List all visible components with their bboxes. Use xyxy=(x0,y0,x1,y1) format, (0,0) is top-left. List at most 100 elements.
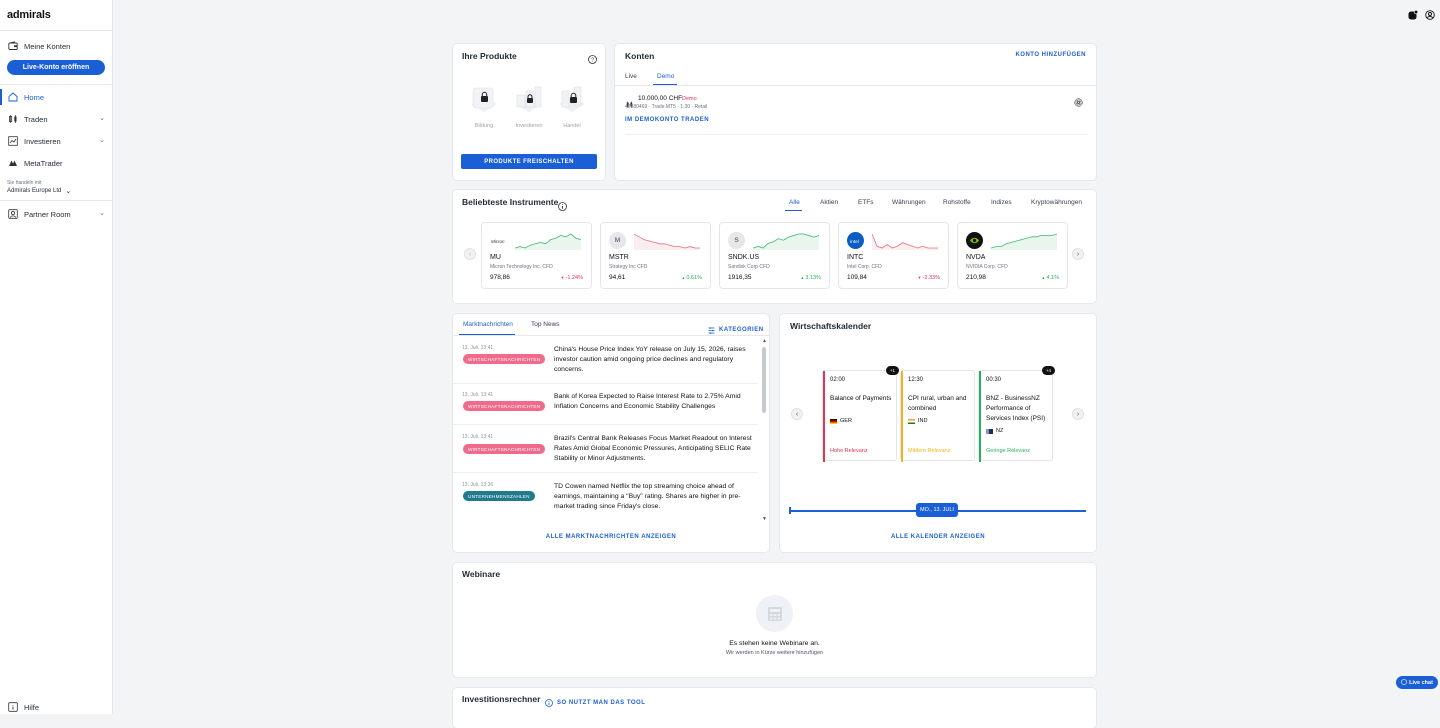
country-code: IND xyxy=(918,418,928,424)
svg-text:intel: intel xyxy=(850,239,859,244)
instrument-card-nvda[interactable]: NVDA NVIDIA Corp. CFD 210,98 ▲ 4.1% xyxy=(957,222,1068,289)
sidebar-item-home[interactable]: Home xyxy=(0,87,112,107)
product-investieren[interactable]: Investieren xyxy=(510,82,548,129)
news-item[interactable]: 13. Juli, 13:41 WIRTSCHAFTSNACHRICHTEN C… xyxy=(462,345,762,391)
lock-icon xyxy=(555,82,589,116)
tab-kryptowaehrungen[interactable]: Kryptowährungen xyxy=(1031,199,1082,206)
sidebar-item-label: MetaTrader xyxy=(24,158,63,168)
gear-icon[interactable] xyxy=(1074,94,1083,107)
instrument-price: 1916,35 xyxy=(728,274,752,281)
event-title: BNZ - BusinessNZ Performance of Services… xyxy=(986,395,1046,422)
chevron-left-icon[interactable]: ‹ xyxy=(791,408,803,420)
sidebar-item-metatrader[interactable]: MetaTrader xyxy=(0,153,112,173)
news-item[interactable]: 13. Juli, 13:41 WIRTSCHAFTSNACHRICHTEN B… xyxy=(462,434,762,480)
open-live-account-button[interactable]: Live-Konto eröffnen xyxy=(7,60,105,75)
metatrader-icon xyxy=(8,158,18,168)
news-time: 13. Juli, 13:41 xyxy=(462,392,494,398)
news-time: 13. Juli, 13:41 xyxy=(462,434,494,440)
calendar-event[interactable]: 12:30 CPI rural, urban and combined IND … xyxy=(900,370,975,462)
news-badge: WIRTSCHAFTSNACHRICHTEN xyxy=(463,401,546,411)
tab-top-news[interactable]: Top News xyxy=(531,321,560,328)
sidebar-item-label: Investieren xyxy=(24,136,61,146)
instrument-card-sndk[interactable]: S SNDK.US Sandisk Corp CFD 1916,35 ▲ 3.1… xyxy=(719,222,830,289)
help-circle-icon xyxy=(1401,678,1407,687)
trade-demo-link[interactable]: IM DEMOKONTO TRADEN xyxy=(625,117,709,123)
products-title: Ihre Produkte xyxy=(462,51,517,61)
sidebar-divider xyxy=(0,200,112,201)
sidebar-item-investieren[interactable]: Investieren ⌄ xyxy=(0,131,112,151)
scroll-down-icon[interactable]: ▼ xyxy=(762,516,767,522)
chevron-down-icon: ⌄ xyxy=(99,115,105,122)
tab-etfs[interactable]: ETFs xyxy=(858,199,874,206)
product-handel[interactable]: Handel xyxy=(553,82,591,129)
news-item[interactable]: 13. Juli, 13:41 WIRTSCHAFTSNACHRICHTEN B… xyxy=(462,392,762,438)
sparkline-chart xyxy=(991,233,1057,250)
instrument-card-mstr[interactable]: M MSTR Strategy Inc CFD 94,61 ▲ 0.61% xyxy=(600,222,711,289)
calendar-title: Wirtschaftskalender xyxy=(790,321,872,331)
tab-indizes[interactable]: Indizes xyxy=(991,199,1012,206)
mstr-logo-icon: M xyxy=(609,232,626,249)
more-events-badge[interactable]: +1 xyxy=(886,366,899,375)
sparkline-area xyxy=(634,234,700,250)
sidebar-item-traden[interactable]: Traden ⌄ xyxy=(0,109,112,129)
unlock-products-button[interactable]: PRODUKTE FREISCHALTEN xyxy=(461,154,597,169)
user-icon xyxy=(8,209,18,219)
account-balance: 10.000,00 CHF xyxy=(638,95,683,102)
sidebar-item-help[interactable]: Hilfe xyxy=(0,697,112,717)
tab-marktnachrichten[interactable]: Marktnachrichten xyxy=(463,321,513,328)
product-bildung[interactable]: Bildung xyxy=(465,82,503,129)
tab-aktien[interactable]: Aktien xyxy=(820,199,838,206)
live-chat-button[interactable]: Live chat xyxy=(1396,676,1438,689)
tab-waehrungen[interactable]: Währungen xyxy=(892,199,926,206)
calculator-title: Investitionsrechner xyxy=(462,694,541,704)
product-label: Handel xyxy=(563,123,581,129)
info-icon[interactable] xyxy=(558,198,567,211)
timeline-date[interactable]: MO., 13. JULI xyxy=(916,503,958,517)
calendar-event[interactable]: 02:00 Balance of Payments GER Hohe Relev… xyxy=(822,370,897,462)
categories-button[interactable]: KATEGORIEN xyxy=(708,321,764,339)
all-calendar-link[interactable]: ALLE KALENDER ANZEIGEN xyxy=(780,534,1096,540)
help-circle-icon[interactable]: ? xyxy=(588,51,597,64)
how-to-use-link[interactable]: SO NUTZT MAN DAS TOOL xyxy=(545,694,645,712)
instrument-name: NVIDIA Corp. CFD xyxy=(966,264,1008,270)
profile-icon[interactable] xyxy=(1425,7,1435,20)
event-time: 00:30 xyxy=(986,377,1002,383)
entity-selector[interactable]: Admirals Europe Ltd ⌄ xyxy=(7,187,71,195)
investment-calculator-card: Investitionsrechner SO NUTZT MAN DAS TOO… xyxy=(453,688,1096,728)
instrument-card-intc[interactable]: intel INTC Intel Corp. CFD 109,84 ▼ -2.3… xyxy=(838,222,949,289)
calendar-event[interactable]: 00:30 BNZ - BusinessNZ Performance of Se… xyxy=(978,370,1053,462)
product-label: Bildung xyxy=(474,123,494,129)
chevron-right-icon[interactable]: › xyxy=(1072,248,1084,260)
lock-icon xyxy=(512,82,546,116)
all-news-link[interactable]: ALLE MARKTNACHRICHTEN ANZEIGEN xyxy=(453,534,769,540)
chevron-left-icon[interactable]: ‹ xyxy=(464,248,476,260)
scroll-up-icon[interactable]: ▲ xyxy=(762,338,767,344)
notifications-icon[interactable] xyxy=(1408,7,1419,20)
admirals-logo[interactable]: admirals xyxy=(7,9,51,21)
event-relevance: Hohe Relevanz xyxy=(830,448,868,454)
change-value: 0.61% xyxy=(686,275,702,281)
accounts-card: Konten KONTO HINZUFÜGEN Live Demo 10.000… xyxy=(615,44,1096,180)
tab-alle[interactable]: Alle xyxy=(789,199,800,206)
news-item[interactable]: 13. Juli, 13:36 UNTERNEHMENSZAHLEN TD Co… xyxy=(462,482,762,528)
tab-rohstoffe[interactable]: Rohstoffe xyxy=(943,199,971,206)
accounts-title: Konten xyxy=(625,51,655,61)
info-icon xyxy=(545,694,553,712)
change-value: 3.13% xyxy=(805,275,821,281)
event-title: Balance of Payments xyxy=(830,395,892,402)
tab-demo[interactable]: Demo xyxy=(657,73,674,80)
more-events-badge[interactable]: +4 xyxy=(1042,366,1055,375)
sidebar-divider xyxy=(0,84,112,85)
tab-live[interactable]: Live xyxy=(625,73,637,80)
sidebar-item-partner-room[interactable]: Partner Room ⌄ xyxy=(0,204,112,224)
sparkline-area xyxy=(991,234,1057,250)
entity-label: Sie handeln mit xyxy=(7,180,42,186)
sidebar-item-label: Meine Konten xyxy=(24,41,71,51)
event-country: IND xyxy=(908,418,927,424)
sidebar-item-meine-konten[interactable]: Meine Konten xyxy=(0,36,112,56)
add-account-link[interactable]: KONTO HINZUFÜGEN xyxy=(1015,52,1086,58)
news-scrollbar[interactable] xyxy=(762,347,766,413)
webinars-empty-subtitle: Wir werden in Kürze weitere hinzufügen xyxy=(725,650,824,656)
instrument-card-mu[interactable]: Micron MU Micron Technology Inc. CFD 978… xyxy=(481,222,592,289)
chevron-right-icon[interactable]: › xyxy=(1072,408,1084,420)
